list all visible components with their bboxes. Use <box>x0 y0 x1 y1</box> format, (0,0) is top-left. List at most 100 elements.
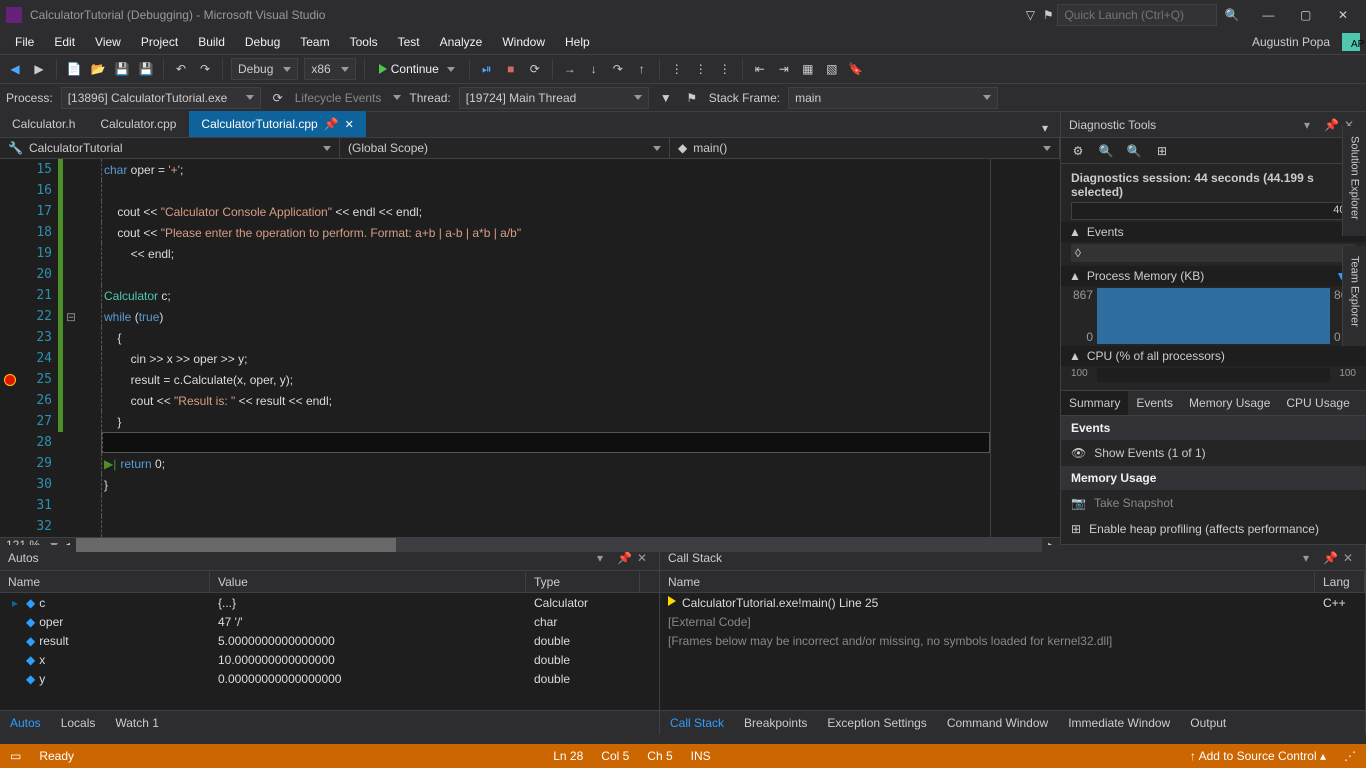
menu-team[interactable]: Team <box>291 32 338 52</box>
autos-col-name[interactable]: Name <box>0 572 210 592</box>
code-line[interactable]: char oper = '+'; <box>101 159 990 180</box>
autos-tab-locals[interactable]: Locals <box>51 712 106 734</box>
search-icon[interactable]: 🔍 <box>1223 6 1241 24</box>
code-line[interactable]: cin >> x >> oper >> y; <box>101 348 990 369</box>
code-line[interactable]: while (true) <box>101 306 990 327</box>
restart-icon[interactable]: ⟳ <box>526 60 544 78</box>
status-col[interactable]: Col 5 <box>601 749 629 763</box>
filter-icon[interactable]: ▼ <box>657 89 675 107</box>
break-all-icon[interactable]: ⏯ <box>478 60 496 78</box>
code-line[interactable]: cout << "Result is: " << result << endl; <box>101 390 990 411</box>
bottom-tab-call-stack[interactable]: Call Stack <box>660 712 734 734</box>
callstack-col-lang[interactable]: Lang <box>1315 572 1365 592</box>
diag-zoomout-icon[interactable]: 🔍 <box>1125 142 1143 160</box>
status-ln[interactable]: Ln 28 <box>553 749 583 763</box>
config-dropdown[interactable]: Debug <box>231 58 298 80</box>
platform-dropdown[interactable]: x86 <box>304 58 355 80</box>
autos-row[interactable]: ◆ x 10.000000000000000 double <box>0 650 659 669</box>
save-all-icon[interactable]: 💾 <box>137 60 155 78</box>
autos-pin-icon[interactable]: 📌 <box>617 551 631 565</box>
quick-launch-input[interactable] <box>1057 4 1217 26</box>
bookmark-icon[interactable]: 🔖 <box>847 60 865 78</box>
close-tab-icon[interactable]: ✕ <box>345 118 354 131</box>
autos-row[interactable]: ▸◆ c {...} Calculator <box>0 593 659 612</box>
new-project-icon[interactable]: 📄 <box>65 60 83 78</box>
status-ch[interactable]: Ch 5 <box>647 749 672 763</box>
undo-icon[interactable]: ↶ <box>172 60 190 78</box>
lifecycle-icon[interactable]: ⟳ <box>269 89 287 107</box>
autos-close-icon[interactable]: ✕ <box>637 551 651 565</box>
show-events-link[interactable]: 👁 Show Events (1 of 1) <box>1061 440 1366 466</box>
enable-heap-link[interactable]: ⊞ Enable heap profiling (affects perform… <box>1061 516 1366 542</box>
callstack-row[interactable]: CalculatorTutorial.exe!main() Line 25 C+… <box>660 593 1365 612</box>
tool-icon-1[interactable]: ⋮ <box>668 60 686 78</box>
diag-tab-memory[interactable]: Memory Usage <box>1181 391 1278 415</box>
uncomment-icon[interactable]: ▧ <box>823 60 841 78</box>
nav-back-icon[interactable]: ◀ <box>6 60 24 78</box>
code-line[interactable]: } <box>101 474 990 495</box>
flag-icon[interactable]: ⚑ <box>683 89 701 107</box>
menu-debug[interactable]: Debug <box>236 32 289 52</box>
diag-events-header[interactable]: ▲ Events <box>1061 222 1366 242</box>
menu-analyze[interactable]: Analyze <box>431 32 492 52</box>
code-line[interactable]: } <box>101 411 990 432</box>
menu-help[interactable]: Help <box>556 32 599 52</box>
autos-tab-autos[interactable]: Autos <box>0 712 51 734</box>
status-ins[interactable]: INS <box>691 749 711 763</box>
diag-settings-icon[interactable]: ⚙ <box>1069 142 1087 160</box>
bottom-tab-command-window[interactable]: Command Window <box>937 712 1058 734</box>
code-line[interactable]: ▶| return 0; <box>101 453 990 474</box>
process-dropdown[interactable]: [13896] CalculatorTutorial.exe <box>61 87 261 109</box>
vtab-team-explorer[interactable]: Team Explorer <box>1346 246 1364 337</box>
diag-tab-events[interactable]: Events <box>1128 391 1181 415</box>
tab-calculator-h[interactable]: Calculator.h <box>0 111 88 137</box>
autos-row[interactable]: ◆ oper 47 '/' char <box>0 612 659 631</box>
show-next-stmt-icon[interactable]: → <box>561 60 579 78</box>
tool-icon-3[interactable]: ⋮ <box>716 60 734 78</box>
quick-launch[interactable]: 🔍 <box>1057 4 1241 26</box>
callstack-row[interactable]: [External Code] <box>660 612 1365 631</box>
tab-calculatortutorial-cpp[interactable]: CalculatorTutorial.cpp 📌 ✕ <box>189 111 366 137</box>
diag-reset-icon[interactable]: ⊞ <box>1153 142 1171 160</box>
tab-calculator-cpp[interactable]: Calculator.cpp <box>88 111 189 137</box>
open-icon[interactable]: 📂 <box>89 60 107 78</box>
scope-global[interactable]: (Global Scope) <box>340 138 670 158</box>
code-line[interactable] <box>101 432 990 453</box>
minimap[interactable] <box>990 159 1060 537</box>
code-line[interactable] <box>101 180 990 201</box>
code-line[interactable] <box>101 516 990 537</box>
autos-dropdown-icon[interactable]: ▾ <box>597 551 611 565</box>
bottom-tab-output[interactable]: Output <box>1180 712 1236 734</box>
menu-build[interactable]: Build <box>189 32 234 52</box>
code-line[interactable]: cout << "Please enter the operation to p… <box>101 222 990 243</box>
tool-icon-2[interactable]: ⋮ <box>692 60 710 78</box>
code-line[interactable]: result = c.Calculate(x, oper, y); <box>101 369 990 390</box>
feedback-icon[interactable]: ⚑ <box>1039 6 1057 24</box>
menu-tools[interactable]: Tools <box>341 32 387 52</box>
bottom-tab-breakpoints[interactable]: Breakpoints <box>734 712 817 734</box>
step-over-icon[interactable]: ↷ <box>609 60 627 78</box>
diag-cpu-header[interactable]: ▲ CPU (% of all processors) <box>1061 346 1366 366</box>
indent-more-icon[interactable]: ⇥ <box>775 60 793 78</box>
minimize-button[interactable]: — <box>1251 8 1285 22</box>
bottom-tab-exception-settings[interactable]: Exception Settings <box>817 712 936 734</box>
code-line[interactable]: Calculator c; <box>101 285 990 306</box>
stackframe-dropdown[interactable]: main <box>788 87 998 109</box>
menu-window[interactable]: Window <box>493 32 554 52</box>
code-line[interactable]: cout << "Calculator Console Application"… <box>101 201 990 222</box>
take-snapshot-link[interactable]: 📷 Take Snapshot <box>1061 490 1366 516</box>
vtab-solution-explorer[interactable]: Solution Explorer <box>1346 126 1364 230</box>
code-line[interactable] <box>101 264 990 285</box>
status-resize-grip-icon[interactable]: ⋰ <box>1344 749 1356 763</box>
code-line[interactable] <box>101 495 990 516</box>
panel-dropdown-icon[interactable]: ▾ <box>1304 118 1318 132</box>
close-button[interactable]: ✕ <box>1326 8 1360 22</box>
autos-row[interactable]: ◆ y 0.00000000000000000 double <box>0 669 659 688</box>
bottom-tab-immediate-window[interactable]: Immediate Window <box>1058 712 1180 734</box>
callstack-pin-icon[interactable]: 📌 <box>1323 551 1337 565</box>
panel-pin-icon[interactable]: 📌 <box>1324 118 1338 132</box>
stop-icon[interactable]: ■ <box>502 60 520 78</box>
step-into-icon[interactable]: ↓ <box>585 60 603 78</box>
user-name[interactable]: Augustin Popa <box>1243 32 1334 52</box>
callstack-dropdown-icon[interactable]: ▾ <box>1303 551 1317 565</box>
